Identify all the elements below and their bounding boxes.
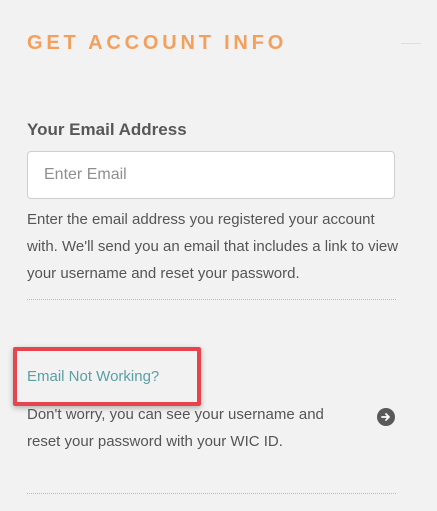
email-help-text: Enter the email address you registered y… [27,211,399,282]
email-input[interactable] [27,151,395,199]
section-title: GET ACCOUNT INFO [27,32,288,54]
alternate-description: Don't worry, you can see your username a… [27,406,324,450]
bottom-divider [27,493,396,494]
email-not-working-link[interactable]: Email Not Working? [27,367,159,387]
email-label: Your Email Address [27,120,187,139]
section-divider [27,299,396,300]
arrow-right-circle-icon[interactable] [377,408,395,426]
header-rule [401,43,421,44]
